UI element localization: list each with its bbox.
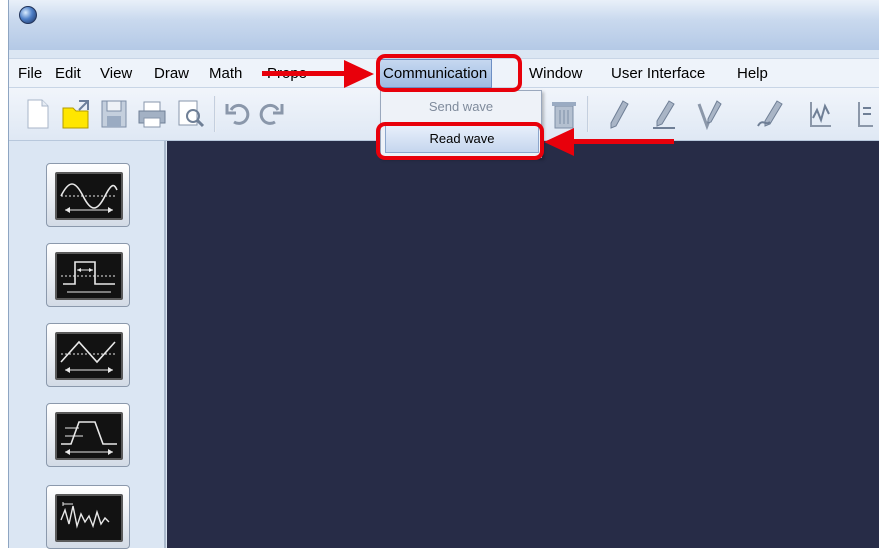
sine-wave-button[interactable] (46, 163, 130, 227)
menu-user-interface[interactable]: User Interface (611, 65, 705, 82)
sine-wave-icon (60, 183, 118, 213)
triangle-wave-icon (60, 340, 117, 373)
communication-highlight-box (376, 54, 522, 92)
title-bar (9, 0, 879, 50)
square-wave-icon (61, 261, 117, 293)
trapezoid-wave-icon (61, 421, 117, 455)
waveform-canvas[interactable] (167, 141, 879, 548)
print-preview-icon[interactable] (175, 98, 205, 130)
triangle-wave-button[interactable] (46, 323, 130, 387)
scale-tool-icon[interactable] (851, 98, 873, 130)
menu-file[interactable]: File (18, 65, 42, 82)
print-icon[interactable] (137, 98, 167, 130)
menu-item-send-wave[interactable]: Send wave (381, 99, 541, 114)
save-icon[interactable] (99, 98, 129, 130)
menu-help[interactable]: Help (737, 65, 768, 82)
arbitrary-wave-button[interactable] (46, 485, 130, 549)
arrow-to-communication-icon (262, 60, 374, 88)
pencil-curve-icon[interactable] (755, 98, 785, 130)
arrow-to-read-wave-icon (544, 128, 674, 156)
waveform-tool-icon[interactable] (805, 98, 835, 130)
redo-icon[interactable] (256, 98, 286, 130)
new-file-icon[interactable] (23, 98, 53, 130)
menu-math[interactable]: Math (209, 65, 242, 82)
pencil-v-icon[interactable] (695, 98, 725, 131)
toolbar-separator (214, 96, 216, 132)
menu-window[interactable]: Window (529, 65, 582, 82)
menu-edit[interactable]: Edit (55, 65, 81, 82)
waveform-sidebar (9, 141, 166, 549)
menu-draw[interactable]: Draw (154, 65, 189, 82)
undo-icon[interactable] (223, 98, 253, 130)
open-folder-icon[interactable] (61, 98, 91, 130)
arbitrary-wave-icon (60, 502, 110, 529)
square-wave-button[interactable] (46, 243, 130, 307)
app-icon[interactable] (19, 6, 37, 24)
menu-view[interactable]: View (100, 65, 132, 82)
trapezoid-wave-button[interactable] (46, 403, 130, 467)
read-wave-highlight-box (376, 122, 544, 160)
